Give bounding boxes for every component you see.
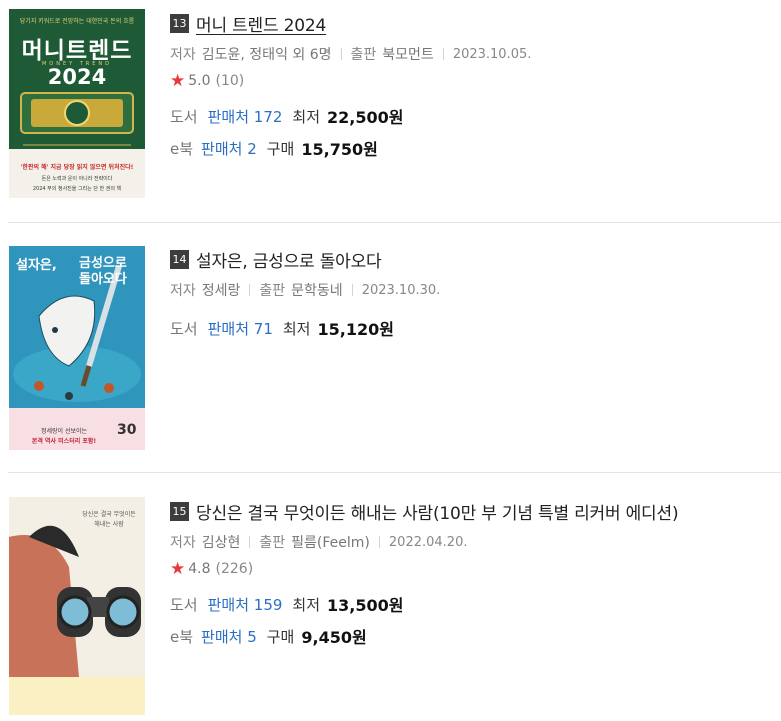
ebook-sellers-link[interactable]: 판매처 2 — [201, 138, 257, 159]
cover-blurb: 돈은 노력과 운이 아니라 전략이다 — [41, 176, 113, 182]
rating-count: (10) — [215, 73, 245, 89]
price-label: 구매 — [266, 627, 295, 646]
publish-date: 2023.10.05. — [452, 46, 532, 62]
cover-badge: 30 — [117, 422, 137, 438]
book-cover[interactable]: 당기지 키워드로 전망하는 대한민국 돈의 흐름 머니트렌드 MONEY TRE… — [9, 9, 145, 198]
publish-date: 2023.10.30. — [361, 282, 441, 298]
book-info: 14 설자은, 금성으로 돌아오다 저자 정세랑 출판 문학동네 2023.10… — [170, 247, 781, 340]
divider — [351, 284, 353, 296]
ebook-price-row: e북 판매처 5 구매 9,450원 — [170, 626, 781, 648]
title-row: 13 머니 트렌드 2024 — [170, 11, 781, 36]
star-icon: ★ — [170, 558, 186, 579]
print-sellers-link[interactable]: 판매처 172 — [208, 106, 283, 127]
divider — [249, 284, 251, 296]
ebook-price-row: e북 판매처 2 구매 15,750원 — [170, 138, 781, 160]
print-price: 13,500원 — [327, 596, 404, 615]
title-row: 14 설자은, 금성으로 돌아오다 — [170, 247, 781, 272]
print-price-row: 도서 판매처 172 최저 22,500원 — [170, 106, 781, 128]
author-label: 저자 — [170, 535, 196, 551]
print-price-row: 도서 판매처 71 최저 15,120원 — [170, 318, 781, 340]
divider — [378, 536, 380, 548]
publish-date: 2022.04.20. — [388, 534, 468, 550]
author-value[interactable]: 김도윤, 정태익 외 6명 — [202, 44, 332, 64]
rating-count: (226) — [215, 561, 254, 577]
book-info: 15 당신은 결국 무엇이든 해내는 사람(10만 부 기념 특별 리커버 에디… — [170, 499, 781, 648]
publisher-label: 출판 — [350, 47, 377, 63]
ebook-label: e북 — [170, 627, 194, 646]
cover-band: 정세랑이 선보이는 — [40, 428, 88, 435]
cover-top-text: 당기지 키워드로 전망하는 대한민국 돈의 흐름 — [19, 18, 135, 25]
book-title-link[interactable]: 당신은 결국 무엇이든 해내는 사람(10만 부 기념 특별 리커버 에디션) — [196, 499, 679, 524]
divider — [249, 536, 251, 548]
print-price-row: 도서 판매처 159 최저 13,500원 — [170, 594, 781, 616]
title-row: 15 당신은 결국 무엇이든 해내는 사람(10만 부 기념 특별 리커버 에디… — [170, 499, 781, 524]
book-title-link[interactable]: 설자은, 금성으로 돌아오다 — [196, 247, 382, 272]
publisher-value[interactable]: 문학동네 — [291, 280, 343, 300]
price-label: 구매 — [266, 139, 295, 158]
print-price: 22,500원 — [327, 108, 404, 127]
book-meta: 저자 김도윤, 정태익 외 6명 출판 북모먼트 2023.10.05. — [170, 44, 781, 64]
price-label: 최저 — [292, 107, 321, 126]
divider — [442, 48, 444, 60]
rating-score: 5.0 — [188, 73, 211, 89]
rating: ★ 5.0 (10) — [170, 72, 781, 90]
publisher-value[interactable]: 북모먼트 — [382, 44, 434, 64]
book-item: 당기지 키워드로 전망하는 대한민국 돈의 흐름 머니트렌드 MONEY TRE… — [0, 0, 781, 223]
price-label: 최저 — [292, 595, 321, 614]
print-label: 도서 — [170, 107, 198, 126]
ebook-price: 15,750원 — [301, 140, 378, 159]
print-sellers-link[interactable]: 판매처 159 — [208, 594, 283, 615]
print-sellers-link[interactable]: 판매처 71 — [208, 318, 273, 339]
cover-year: 2024 — [47, 65, 107, 89]
rank-badge: 15 — [170, 501, 189, 521]
ebook-price: 9,450원 — [301, 628, 367, 647]
ebook-label: e북 — [170, 139, 194, 158]
cover-art — [9, 497, 145, 715]
book-cover[interactable]: 당신은 결국 무엇이든 해내는 사람 — [9, 497, 145, 715]
cover-blurb: 2024 부의 청사진을 그리는 단 한 권의 책 — [32, 186, 122, 192]
cover-title: 머니트렌드 — [21, 38, 133, 64]
divider — [340, 48, 342, 60]
author-label: 저자 — [170, 47, 196, 63]
author-value[interactable]: 정세랑 — [202, 280, 241, 300]
book-cover[interactable]: 설자은, 금성으로 돌아오다 정세랑이 선보이는 본격 역사 미스터리 포함! … — [9, 246, 145, 450]
rating: ★ 4.8 (226) — [170, 560, 781, 578]
cover-title: 해내는 사람 — [94, 521, 124, 528]
cover-band: 본격 역사 미스터리 포함! — [31, 438, 97, 445]
publisher-label: 출판 — [259, 283, 286, 299]
rating-score: 4.8 — [188, 561, 211, 577]
author-value[interactable]: 김상현 — [202, 532, 241, 552]
publisher-label: 출판 — [259, 535, 286, 551]
book-meta: 저자 김상현 출판 필름(Feelm) 2022.04.20. — [170, 532, 781, 552]
book-item: 설자은, 금성으로 돌아오다 정세랑이 선보이는 본격 역사 미스터리 포함! … — [0, 223, 781, 473]
cover-title: 돌아오다 — [79, 272, 127, 287]
book-item: 당신은 결국 무엇이든 해내는 사람 15 당신은 결국 무엇이든 해내는 사람… — [0, 473, 781, 721]
rank-badge: 14 — [170, 249, 189, 269]
ebook-sellers-link[interactable]: 판매처 5 — [201, 626, 257, 647]
print-price: 15,120원 — [317, 320, 394, 339]
star-icon: ★ — [170, 70, 186, 91]
cover-banner: '한판의 해' 지금 당장 읽지 않으면 뒤처진다! — [20, 164, 134, 171]
print-label: 도서 — [170, 319, 198, 338]
book-meta: 저자 정세랑 출판 문학동네 2023.10.30. — [170, 280, 781, 300]
book-title-link[interactable]: 머니 트렌드 2024 — [196, 11, 326, 36]
book-info: 13 머니 트렌드 2024 저자 김도윤, 정태익 외 6명 출판 북모먼트 … — [170, 11, 781, 160]
publisher-value[interactable]: 필름(Feelm) — [291, 532, 370, 552]
cover-title: 당신은 결국 무엇이든 — [82, 511, 136, 518]
rank-badge: 13 — [170, 13, 189, 33]
author-label: 저자 — [170, 283, 196, 299]
cover-title: 설자은, — [16, 258, 57, 273]
print-label: 도서 — [170, 595, 198, 614]
price-label: 최저 — [282, 319, 311, 338]
